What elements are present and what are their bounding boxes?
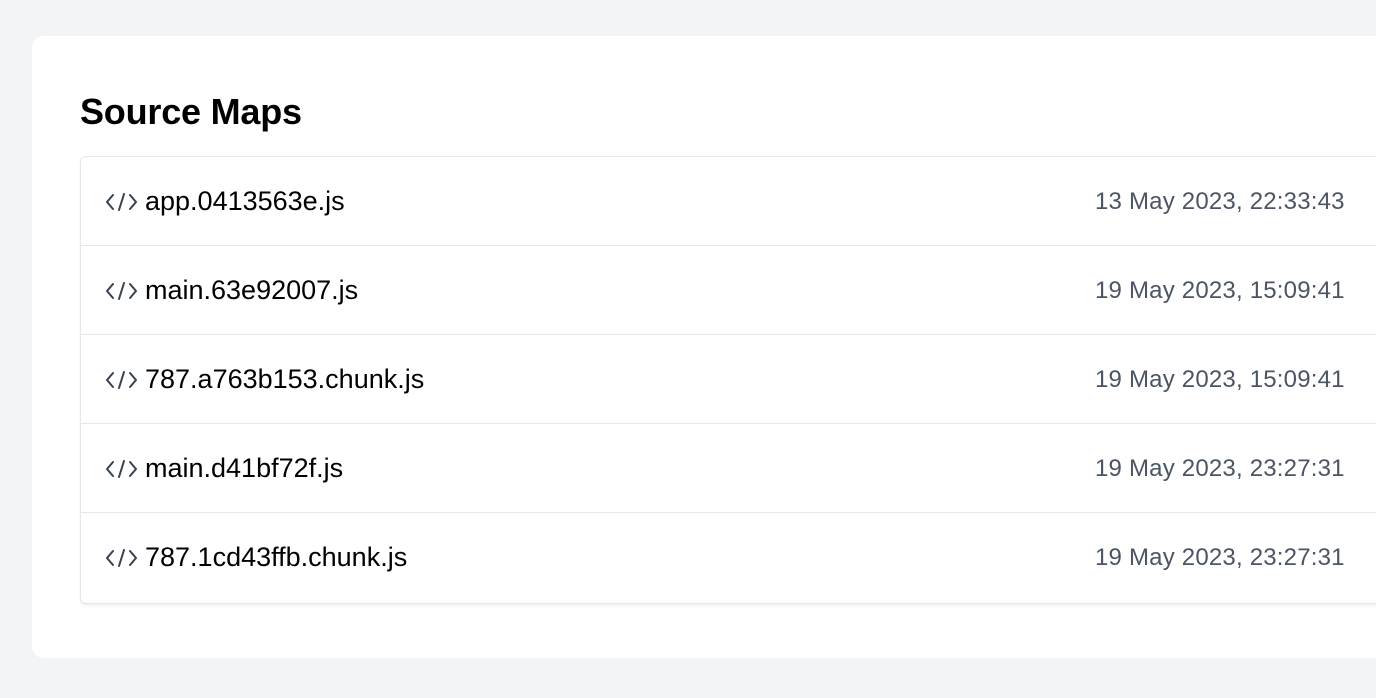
source-map-file[interactable]: 787.1cd43ffb.chunk.js bbox=[105, 513, 407, 602]
list-item[interactable]: main.d41bf72f.js 19 May 2023, 23:27:31 bbox=[81, 424, 1376, 513]
source-map-file[interactable]: main.63e92007.js bbox=[105, 246, 358, 335]
source-map-file[interactable]: 787.a763b153.chunk.js bbox=[105, 335, 424, 424]
code-icon bbox=[105, 369, 138, 391]
source-map-file[interactable]: main.d41bf72f.js bbox=[105, 424, 343, 513]
list-item[interactable]: main.63e92007.js 19 May 2023, 15:09:41 bbox=[81, 246, 1376, 335]
page-title: Source Maps bbox=[80, 91, 302, 132]
source-maps-list: app.0413563e.js 13 May 2023, 22:33:43 ma… bbox=[80, 156, 1376, 604]
code-icon bbox=[105, 280, 138, 302]
list-item[interactable]: app.0413563e.js 13 May 2023, 22:33:43 bbox=[81, 157, 1376, 246]
file-name: main.63e92007.js bbox=[145, 275, 359, 305]
upload-date: 19 May 2023, 15:09:41 bbox=[1095, 365, 1345, 393]
code-icon bbox=[105, 191, 138, 213]
list-item[interactable]: 787.1cd43ffb.chunk.js 19 May 2023, 23:27… bbox=[81, 513, 1376, 603]
source-map-file[interactable]: app.0413563e.js bbox=[105, 157, 345, 246]
code-icon bbox=[105, 458, 138, 480]
file-name: main.d41bf72f.js bbox=[145, 453, 344, 483]
upload-date: 19 May 2023, 23:27:31 bbox=[1095, 543, 1345, 571]
source-maps-card: Source Maps app.0413563e.js 13 May 2023,… bbox=[32, 36, 1376, 658]
upload-date: 19 May 2023, 15:09:41 bbox=[1095, 276, 1345, 304]
file-name: 787.1cd43ffb.chunk.js bbox=[145, 542, 408, 572]
upload-date: 13 May 2023, 22:33:43 bbox=[1095, 187, 1345, 215]
code-icon bbox=[105, 547, 138, 569]
upload-date: 19 May 2023, 23:27:31 bbox=[1095, 454, 1345, 482]
file-name: app.0413563e.js bbox=[145, 186, 345, 216]
list-item[interactable]: 787.a763b153.chunk.js 19 May 2023, 15:09… bbox=[81, 335, 1376, 424]
file-name: 787.a763b153.chunk.js bbox=[145, 364, 425, 394]
